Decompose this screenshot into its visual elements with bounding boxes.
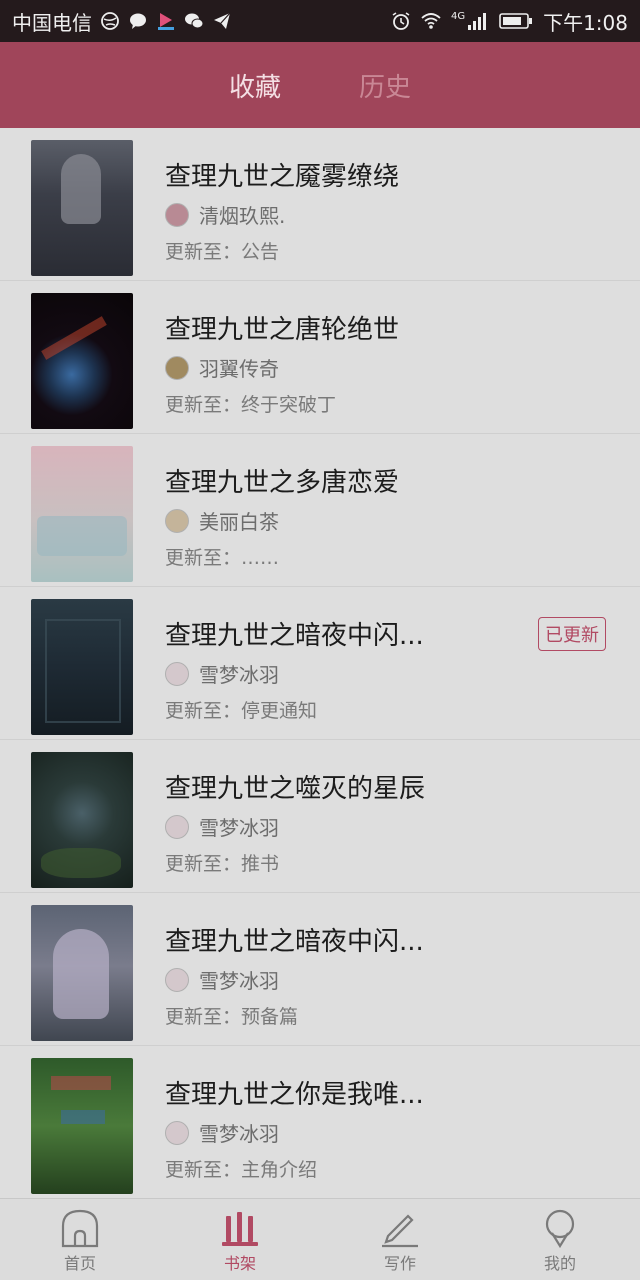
book-title: 查理九世之暗夜中闪... xyxy=(165,927,424,957)
book-title: 查理九世之你是我唯... xyxy=(165,1080,424,1110)
nav-profile[interactable]: 我的 xyxy=(480,1199,640,1280)
author-avatar xyxy=(165,508,189,533)
nav-home[interactable]: 首页 xyxy=(0,1199,160,1280)
signal-indicator: 4G xyxy=(451,11,489,31)
book-author: 清烟玖熙. xyxy=(165,200,285,229)
list-item[interactable]: 查理九世之暗夜中闪... 雪梦冰羽 更新至：预备篇 xyxy=(0,893,640,1046)
book-author: 雪梦冰羽 xyxy=(165,812,279,841)
book-cover-image xyxy=(31,1058,133,1194)
list-item[interactable]: 查理九世之暗夜中闪... 雪梦冰羽 更新至：停更通知 已更新 xyxy=(0,587,640,740)
latest-update: 更新至：…… xyxy=(165,547,280,569)
book-cover-image xyxy=(31,752,133,888)
author-name: 雪梦冰羽 xyxy=(199,969,279,993)
book-author: 雪梦冰羽 xyxy=(165,659,279,688)
telegram-icon xyxy=(214,12,231,29)
list-item[interactable]: 查理九世之魇雾缭绕 清烟玖熙. 更新至：公告 xyxy=(0,128,640,281)
author-name: 雪梦冰羽 xyxy=(199,816,279,840)
latest-update: 更新至：终于突破丁 xyxy=(165,394,337,416)
book-author: 雪梦冰羽 xyxy=(165,965,279,994)
latest-update: 更新至：停更通知 xyxy=(165,700,318,722)
book-title: 查理九世之多唐恋爱 xyxy=(165,468,400,498)
latest-update: 更新至：公告 xyxy=(165,241,280,263)
signal-bars-icon xyxy=(468,13,487,30)
book-author: 美丽白茶 xyxy=(165,506,279,535)
book-cover-image xyxy=(31,599,133,735)
book-title: 查理九世之暗夜中闪... xyxy=(165,621,424,651)
nav-bookshelf[interactable]: 书架 xyxy=(160,1199,320,1280)
book-cover-image xyxy=(31,293,133,429)
author-avatar xyxy=(165,661,189,686)
home-icon xyxy=(61,1209,99,1248)
clock-label: 下午1:08 xyxy=(543,10,628,35)
author-name: 雪梦冰羽 xyxy=(199,1122,279,1146)
author-avatar xyxy=(165,202,189,227)
book-cover-image xyxy=(31,446,133,582)
author-avatar xyxy=(165,814,189,839)
alarm-icon xyxy=(392,12,410,30)
pen-icon xyxy=(382,1214,418,1248)
book-cover-image xyxy=(31,140,133,276)
book-title: 查理九世之魇雾缭绕 xyxy=(165,162,400,192)
status-bar: 中国电信 4G 下午1:08 xyxy=(0,0,640,42)
nav-bookshelf-label: 书架 xyxy=(223,1254,256,1273)
video-app-icon xyxy=(158,13,174,30)
author-name: 清烟玖熙. xyxy=(199,204,286,228)
author-name: 羽翼传奇 xyxy=(199,357,279,381)
book-title: 查理九世之唐轮绝世 xyxy=(165,315,400,345)
chat-bubble-icon xyxy=(130,13,146,29)
wifi-icon xyxy=(421,13,441,29)
nav-profile-label: 我的 xyxy=(543,1254,576,1273)
list-item[interactable]: 查理九世之噬灭的星辰 雪梦冰羽 更新至：推书 xyxy=(0,740,640,893)
updated-badge: 已更新 xyxy=(538,617,606,651)
list-item[interactable]: 查理九世之唐轮绝世 羽翼传奇 更新至：终于突破丁 xyxy=(0,281,640,434)
globe-icon xyxy=(101,12,119,30)
latest-update: 更新至：主角介绍 xyxy=(165,1159,318,1181)
bottom-navigation: 首页 书架 写作 我的 xyxy=(0,1198,640,1280)
nav-home-label: 首页 xyxy=(63,1254,96,1273)
author-avatar xyxy=(165,967,189,992)
bookshelf-icon xyxy=(222,1212,258,1246)
book-cover-image xyxy=(31,905,133,1041)
wechat-icon xyxy=(185,13,204,29)
latest-update: 更新至：预备篇 xyxy=(165,1006,299,1028)
author-name: 美丽白茶 xyxy=(199,510,279,534)
battery-icon xyxy=(499,13,533,29)
book-title: 查理九世之噬灭的星辰 xyxy=(165,774,426,804)
nav-write-label: 写作 xyxy=(383,1254,416,1273)
list-item[interactable]: 查理九世之你是我唯... 雪梦冰羽 更新至：主角介绍 xyxy=(0,1046,640,1199)
network-type-label: 4G xyxy=(450,11,466,22)
profile-icon xyxy=(545,1209,575,1248)
carrier-label: 中国电信 xyxy=(12,10,92,35)
latest-update: 更新至：推书 xyxy=(165,853,280,875)
tab-history[interactable]: 历史 xyxy=(359,67,411,104)
book-author: 雪梦冰羽 xyxy=(165,1118,279,1147)
nav-write[interactable]: 写作 xyxy=(320,1199,480,1280)
author-avatar xyxy=(165,1120,189,1145)
book-author: 羽翼传奇 xyxy=(165,353,279,382)
book-list: 查理九世之魇雾缭绕 清烟玖熙. 更新至：公告 查理九世之唐轮绝世 羽翼传奇 更新… xyxy=(0,128,640,1199)
top-tab-bar: 收藏 历史 xyxy=(0,42,640,128)
tab-favorites[interactable]: 收藏 xyxy=(229,67,281,104)
list-item[interactable]: 查理九世之多唐恋爱 美丽白茶 更新至：…… xyxy=(0,434,640,587)
author-name: 雪梦冰羽 xyxy=(199,663,279,687)
author-avatar xyxy=(165,355,189,380)
